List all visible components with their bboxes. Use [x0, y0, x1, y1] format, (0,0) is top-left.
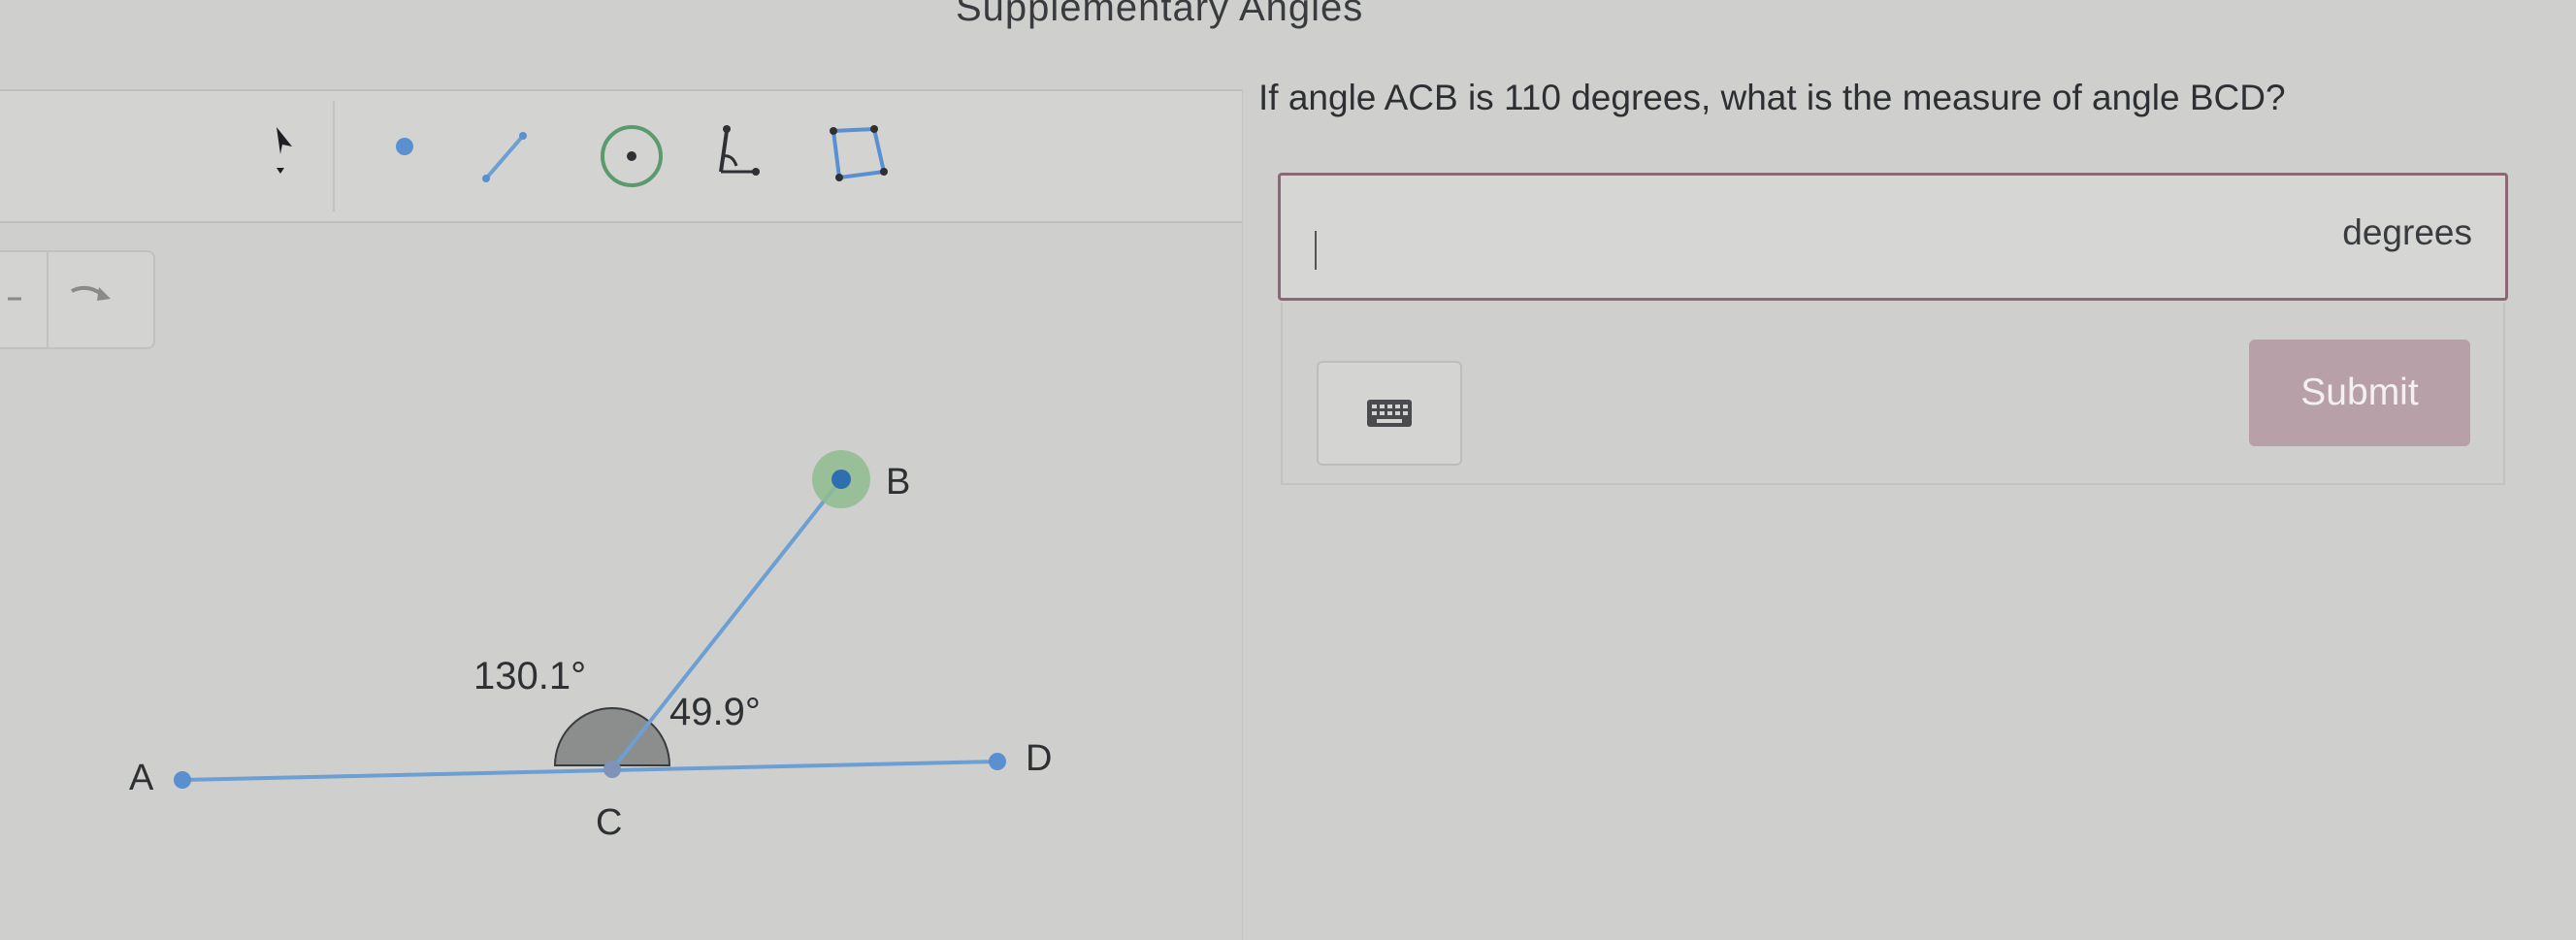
- label-point-a: A: [129, 758, 154, 798]
- unit-label: degrees: [2342, 212, 2472, 252]
- keyboard-button[interactable]: [1317, 361, 1462, 466]
- point-d[interactable]: [989, 753, 1006, 770]
- geometry-panel: B A C D 130.1° 49.9°: [0, 89, 1243, 940]
- label-point-c: C: [596, 802, 622, 843]
- point-b[interactable]: [831, 470, 851, 489]
- page-title: Supplementary Angles: [956, 0, 1364, 29]
- angle-acb-label: 130.1°: [473, 655, 586, 697]
- label-point-d: D: [1026, 738, 1052, 779]
- point-c[interactable]: [603, 761, 621, 778]
- answer-input[interactable]: [1323, 214, 2201, 265]
- angle-bcd-label: 49.9°: [669, 691, 761, 733]
- submit-button[interactable]: Submit: [2249, 340, 2470, 446]
- label-point-b: B: [886, 462, 910, 502]
- text-caret: [1315, 231, 1317, 270]
- answer-field[interactable]: degrees: [1278, 173, 2508, 301]
- keyboard-icon: [1367, 400, 1412, 427]
- question-text: If angle ACB is 110 degrees, what is the…: [1258, 78, 2286, 117]
- geometry-diagram: B A C D 130.1° 49.9°: [129, 450, 1052, 843]
- point-a[interactable]: [174, 771, 191, 789]
